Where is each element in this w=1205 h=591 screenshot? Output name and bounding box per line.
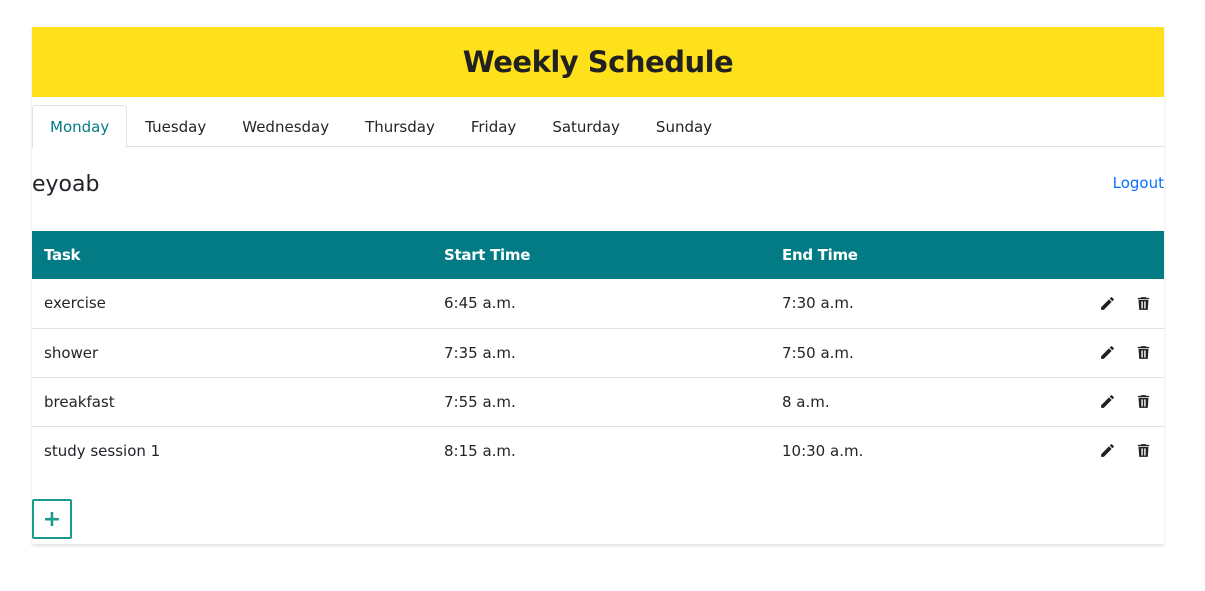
column-header-actions (1070, 231, 1164, 279)
add-task-button[interactable]: + (32, 499, 72, 539)
day-tabs: Monday Tuesday Wednesday Thursday Friday… (32, 105, 1164, 148)
tab-friday[interactable]: Friday (453, 105, 534, 147)
start-time-cell: 8:15 a.m. (444, 441, 516, 460)
table-row: shower 7:35 a.m. 7:50 a.m. (32, 328, 1164, 377)
pencil-icon[interactable] (1096, 440, 1118, 462)
task-cell: study session 1 (44, 441, 161, 460)
header-banner: Weekly Schedule (32, 27, 1164, 97)
tab-monday[interactable]: Monday (32, 105, 128, 148)
username: eyoab (32, 172, 100, 197)
trash-icon[interactable] (1132, 391, 1154, 413)
task-cell: breakfast (44, 392, 115, 411)
pencil-icon[interactable] (1096, 342, 1118, 364)
pencil-icon[interactable] (1096, 391, 1118, 413)
actions-cell (1070, 328, 1164, 377)
column-header-task: Task (44, 246, 81, 264)
logout-link[interactable]: Logout (1113, 174, 1164, 192)
pencil-icon[interactable] (1096, 292, 1118, 314)
end-time-cell: 7:50 a.m. (782, 343, 854, 362)
column-header-end-time: End Time (782, 246, 858, 264)
start-time-cell: 7:55 a.m. (444, 392, 516, 411)
schedule-card: Weekly Schedule Monday Tuesday Wednesday… (32, 27, 1164, 544)
start-time-cell: 6:45 a.m. (444, 294, 516, 313)
tab-thursday[interactable]: Thursday (347, 105, 453, 147)
table-row: exercise 6:45 a.m. 7:30 a.m. (32, 279, 1164, 328)
task-cell: shower (44, 343, 99, 362)
tab-wednesday[interactable]: Wednesday (224, 105, 347, 147)
end-time-cell: 7:30 a.m. (782, 294, 854, 313)
tab-saturday[interactable]: Saturday (534, 105, 638, 147)
actions-cell (1070, 377, 1164, 426)
tab-sunday[interactable]: Sunday (638, 105, 730, 147)
table-row: study session 1 8:15 a.m. 10:30 a.m. (32, 426, 1164, 475)
page-title: Weekly Schedule (462, 45, 734, 79)
schedule-table: Task Start Time End Time exercise 6:45 a.… (32, 231, 1164, 475)
task-cell: exercise (44, 294, 106, 313)
tab-tuesday[interactable]: Tuesday (127, 105, 224, 147)
start-time-cell: 7:35 a.m. (444, 343, 516, 362)
actions-cell (1070, 279, 1164, 328)
trash-icon[interactable] (1132, 292, 1154, 314)
table-row: breakfast 7:55 a.m. 8 a.m. (32, 377, 1164, 426)
table-header-row: Task Start Time End Time (32, 231, 1164, 279)
end-time-cell: 8 a.m. (782, 392, 830, 411)
trash-icon[interactable] (1132, 342, 1154, 364)
column-header-start-time: Start Time (444, 246, 531, 264)
actions-cell (1070, 426, 1164, 475)
end-time-cell: 10:30 a.m. (782, 441, 864, 460)
trash-icon[interactable] (1132, 440, 1154, 462)
